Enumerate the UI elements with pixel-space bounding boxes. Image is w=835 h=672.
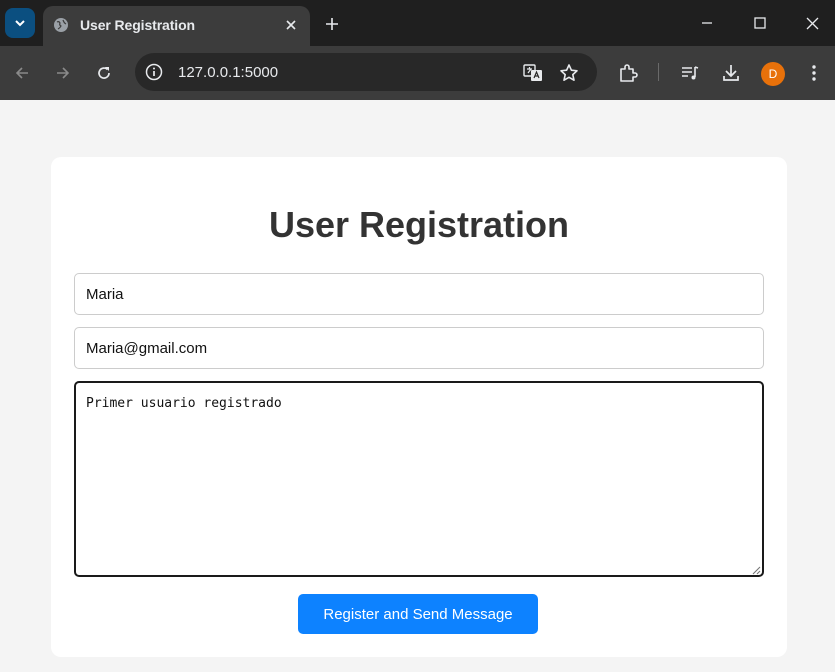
browser-tab-strip: User Registration xyxy=(0,0,835,46)
active-tab[interactable]: User Registration xyxy=(43,6,310,46)
maximize-icon xyxy=(754,17,766,29)
playlist-icon xyxy=(682,66,699,80)
chevron-down-icon xyxy=(15,20,25,27)
registration-card: User Registration Primer usuario registr… xyxy=(51,157,787,657)
resize-grip-icon[interactable] xyxy=(752,566,761,575)
close-icon xyxy=(806,17,818,29)
downloads-button[interactable] xyxy=(717,59,745,87)
tab-title: User Registration xyxy=(80,17,195,33)
page-viewport: User Registration Primer usuario registr… xyxy=(0,100,835,672)
address-bar[interactable]: 127.0.0.1:5000 xyxy=(135,53,597,91)
toolbar-separator xyxy=(658,63,659,81)
name-input[interactable] xyxy=(74,273,764,315)
new-tab-button[interactable] xyxy=(320,12,344,36)
tab-search-button[interactable] xyxy=(5,8,35,38)
browser-toolbar: 127.0.0.1:5000 D xyxy=(0,46,835,100)
bookmark-star-button[interactable] xyxy=(558,62,580,84)
reload-button[interactable] xyxy=(90,59,118,87)
page-title: User Registration xyxy=(268,204,570,245)
close-icon xyxy=(286,20,296,30)
back-button[interactable] xyxy=(8,59,36,87)
maximize-button[interactable] xyxy=(745,8,775,38)
tab-close-button[interactable] xyxy=(281,15,301,35)
profile-avatar[interactable]: D xyxy=(761,62,785,86)
star-icon xyxy=(560,64,578,81)
forward-button[interactable] xyxy=(49,59,77,87)
more-vertical-icon xyxy=(812,65,816,81)
message-textarea[interactable]: Primer usuario registrado xyxy=(74,381,764,577)
url-text: 127.0.0.1:5000 xyxy=(178,64,279,81)
arrow-left-icon xyxy=(15,67,28,79)
menu-button[interactable] xyxy=(800,59,828,87)
extensions-button[interactable] xyxy=(614,59,642,87)
reload-icon xyxy=(98,67,110,79)
register-submit-button[interactable]: Register and Send Message xyxy=(298,594,538,634)
minimize-button[interactable] xyxy=(692,8,722,38)
minimize-icon xyxy=(702,22,712,24)
window-close-button[interactable] xyxy=(797,8,827,38)
media-controls-button[interactable] xyxy=(676,59,704,87)
info-icon[interactable] xyxy=(145,63,163,81)
plus-icon xyxy=(326,18,338,30)
email-input[interactable] xyxy=(74,327,764,369)
arrow-right-icon xyxy=(57,67,70,79)
translate-icon xyxy=(523,64,542,81)
globe-icon xyxy=(54,18,68,32)
puzzle-icon xyxy=(620,64,638,82)
download-icon xyxy=(723,65,739,81)
translate-button[interactable] xyxy=(522,62,544,84)
